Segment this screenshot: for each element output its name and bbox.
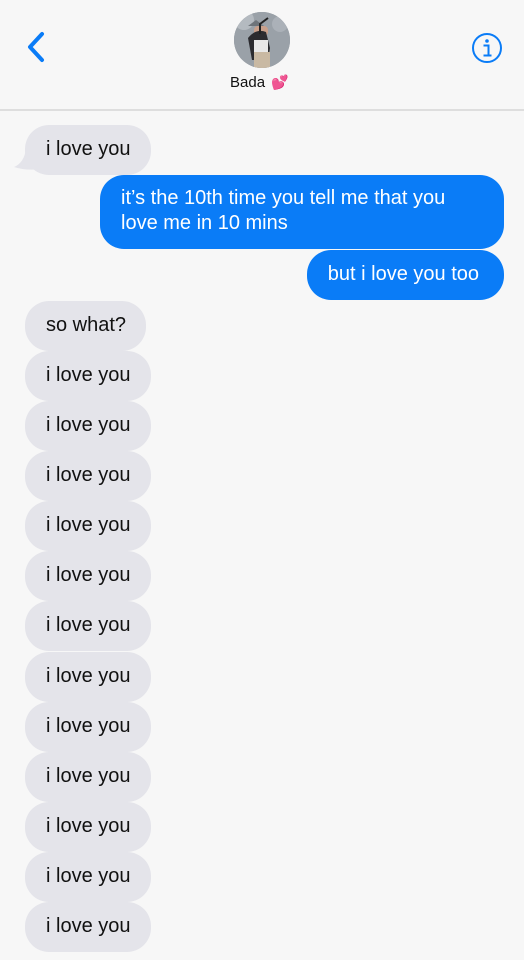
message-bubble-incoming[interactable]: i love you bbox=[25, 902, 151, 952]
message-bubble-incoming[interactable]: i love you bbox=[25, 451, 151, 501]
message-bubble-incoming[interactable]: i love you bbox=[25, 125, 151, 175]
message-bubble-outgoing[interactable]: but i love you too bbox=[306, 250, 504, 300]
contact-name[interactable]: Bada 💕 bbox=[230, 72, 288, 92]
message-bubble-incoming[interactable]: i love you bbox=[25, 802, 151, 852]
message-bubble-incoming[interactable]: i love you bbox=[25, 652, 151, 702]
conversation-header: Bada 💕 bbox=[0, 0, 524, 111]
message-thread[interactable]: i love you it’s the 10th time you tell m… bbox=[0, 111, 524, 960]
info-icon bbox=[472, 33, 502, 63]
avatar-photo-icon bbox=[234, 12, 290, 68]
message-bubble-incoming[interactable]: i love you bbox=[25, 601, 151, 651]
message-bubble-incoming[interactable]: so what? bbox=[25, 301, 147, 351]
info-button[interactable] bbox=[471, 32, 503, 64]
back-button[interactable] bbox=[22, 28, 52, 68]
chevron-left-icon bbox=[28, 32, 44, 62]
avatar[interactable] bbox=[234, 12, 290, 68]
message-bubble-incoming[interactable]: i love you bbox=[25, 551, 151, 601]
message-bubble-incoming[interactable]: i love you bbox=[25, 501, 151, 551]
message-bubble-incoming[interactable]: i love you bbox=[25, 852, 151, 902]
message-bubble-incoming[interactable]: i love you bbox=[25, 702, 151, 752]
message-bubble-outgoing[interactable]: it’s the 10th time you tell me that you … bbox=[100, 175, 504, 249]
message-bubble-incoming[interactable]: i love you bbox=[25, 351, 151, 401]
two-hearts-icon: 💕 bbox=[271, 73, 289, 90]
message-bubble-incoming[interactable]: i love you bbox=[25, 401, 151, 451]
message-bubble-incoming[interactable]: i love you bbox=[25, 752, 151, 802]
contact-name-label: Bada bbox=[230, 73, 266, 91]
